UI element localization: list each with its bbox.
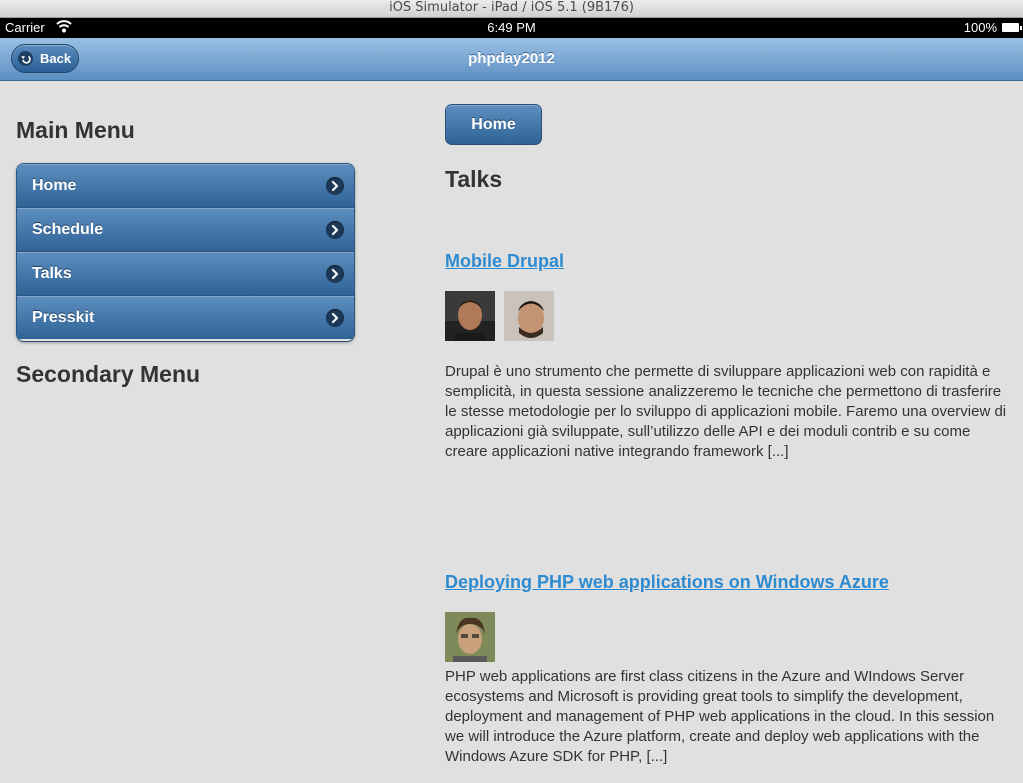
chevron-right-icon: [326, 309, 344, 327]
menu-item-label: Home: [32, 177, 77, 194]
main-menu-heading: Main Menu: [16, 117, 135, 143]
navigation-bar: Back phpday2012: [0, 38, 1023, 81]
main-menu: Home Schedule Talks Presskit: [16, 163, 355, 342]
speaker-avatar[interactable]: [445, 612, 495, 662]
battery-icon: [1002, 23, 1022, 32]
simulator-title-bar: iOS Simulator - iPad / iOS 5.1 (9B176): [0, 0, 1023, 18]
talk-title-link[interactable]: Deploying PHP web applications on Window…: [445, 572, 889, 593]
page-title: phpday2012: [468, 50, 555, 67]
status-time: 6:49 PM: [487, 20, 536, 35]
speaker-avatar[interactable]: [445, 291, 495, 341]
chevron-right-icon: [326, 177, 344, 195]
speaker-avatar[interactable]: [504, 291, 554, 341]
talks-heading: Talks: [445, 166, 503, 192]
simulator-title: iOS Simulator - iPad / iOS 5.1 (9B176): [389, 0, 634, 15]
menu-item-talks[interactable]: Talks: [17, 252, 354, 296]
chevron-right-icon: [326, 265, 344, 283]
chevron-right-icon: [326, 221, 344, 239]
menu-item-home[interactable]: Home: [17, 164, 354, 208]
menu-item-schedule[interactable]: Schedule: [17, 208, 354, 252]
menu-item-presskit[interactable]: Presskit: [17, 296, 354, 339]
menu-item-label: Presskit: [32, 309, 95, 326]
talk-title-link[interactable]: Mobile Drupal: [445, 251, 564, 272]
secondary-menu-heading: Secondary Menu: [16, 361, 201, 387]
menu-item-label: Talks: [32, 265, 72, 282]
menu-item-label: Schedule: [32, 221, 104, 238]
battery-percent: 100%: [963, 20, 997, 35]
talk-description: PHP web applications are first class cit…: [445, 668, 995, 765]
talk-description: Drupal è uno strumento che permette di s…: [445, 363, 1007, 460]
home-button[interactable]: Home: [445, 104, 542, 145]
status-bar: Carrier 6:49 PM 100%: [0, 18, 1023, 38]
